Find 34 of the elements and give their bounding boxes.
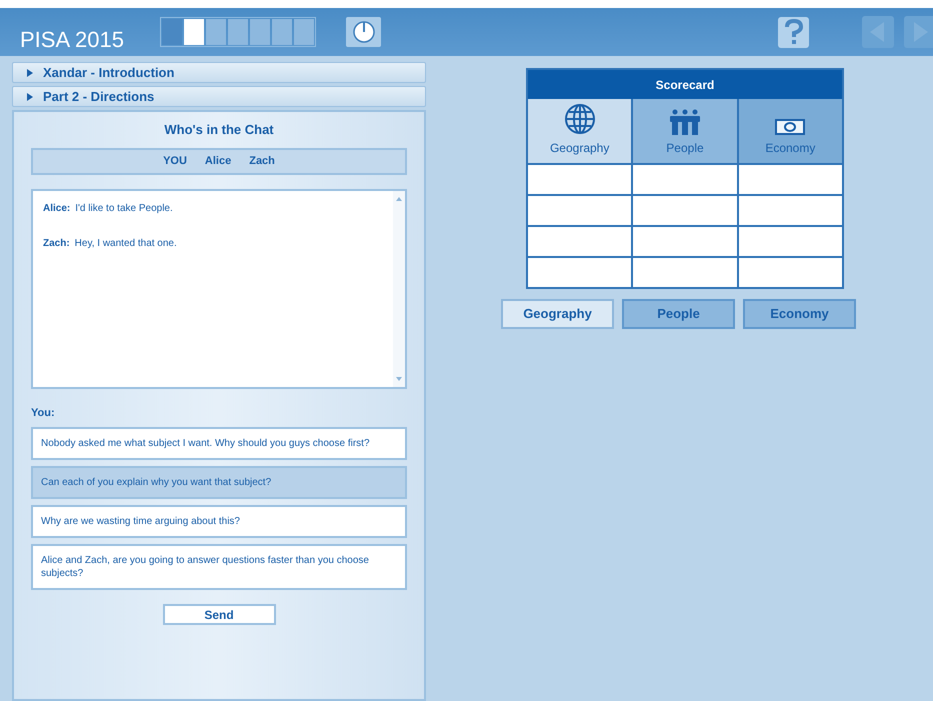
help-button[interactable] <box>778 16 809 48</box>
chat-message: Hey, I wanted that one. <box>74 236 177 250</box>
category-button[interactable]: Geography <box>501 299 614 329</box>
chat-message: I'd like to take People. <box>75 202 173 216</box>
timer-icon[interactable] <box>346 17 381 47</box>
speaker-name: Alice: <box>43 202 70 216</box>
response-option[interactable]: Can each of you explain why you want that subject? <box>31 466 407 499</box>
scroll-up-icon[interactable] <box>396 196 402 200</box>
expand-arrow-icon <box>27 92 33 100</box>
scrollbar[interactable] <box>393 190 405 386</box>
category-button[interactable]: People <box>622 299 735 329</box>
section-header[interactable]: Xandar - Introduction <box>12 62 426 83</box>
app-title: PISA 2015 <box>20 26 125 54</box>
response-option[interactable]: Nobody asked me what subject I want. Why should you guys choose first? <box>31 427 407 460</box>
people-icon <box>670 109 700 135</box>
chat-heading: Who's in the Chat <box>163 121 275 139</box>
speaker-name: Zach: <box>43 236 70 250</box>
scroll-down-icon[interactable] <box>396 376 402 380</box>
category-label: Geography <box>550 140 610 157</box>
scorecard-title: Scorecard <box>528 70 842 99</box>
expand-arrow-icon <box>27 68 33 76</box>
you-label: You: <box>31 406 56 420</box>
participant-name: YOU <box>163 154 187 169</box>
response-option[interactable]: Why are we wasting time arguing about this? <box>31 505 407 538</box>
participant-name: Alice <box>204 154 232 169</box>
category-label: Economy <box>765 140 816 157</box>
category-button[interactable]: Economy <box>743 299 856 329</box>
globe-icon <box>564 103 596 135</box>
banknote-icon <box>775 119 806 135</box>
participant-name: Zach <box>249 154 275 169</box>
response-option[interactable]: Alice and Zach, are you going to answer questions faster than you choose subjects? <box>31 544 407 590</box>
section-header[interactable]: Part 2 - Directions <box>12 86 426 107</box>
category-label: People <box>666 140 704 157</box>
send-button[interactable]: Send <box>162 604 276 625</box>
